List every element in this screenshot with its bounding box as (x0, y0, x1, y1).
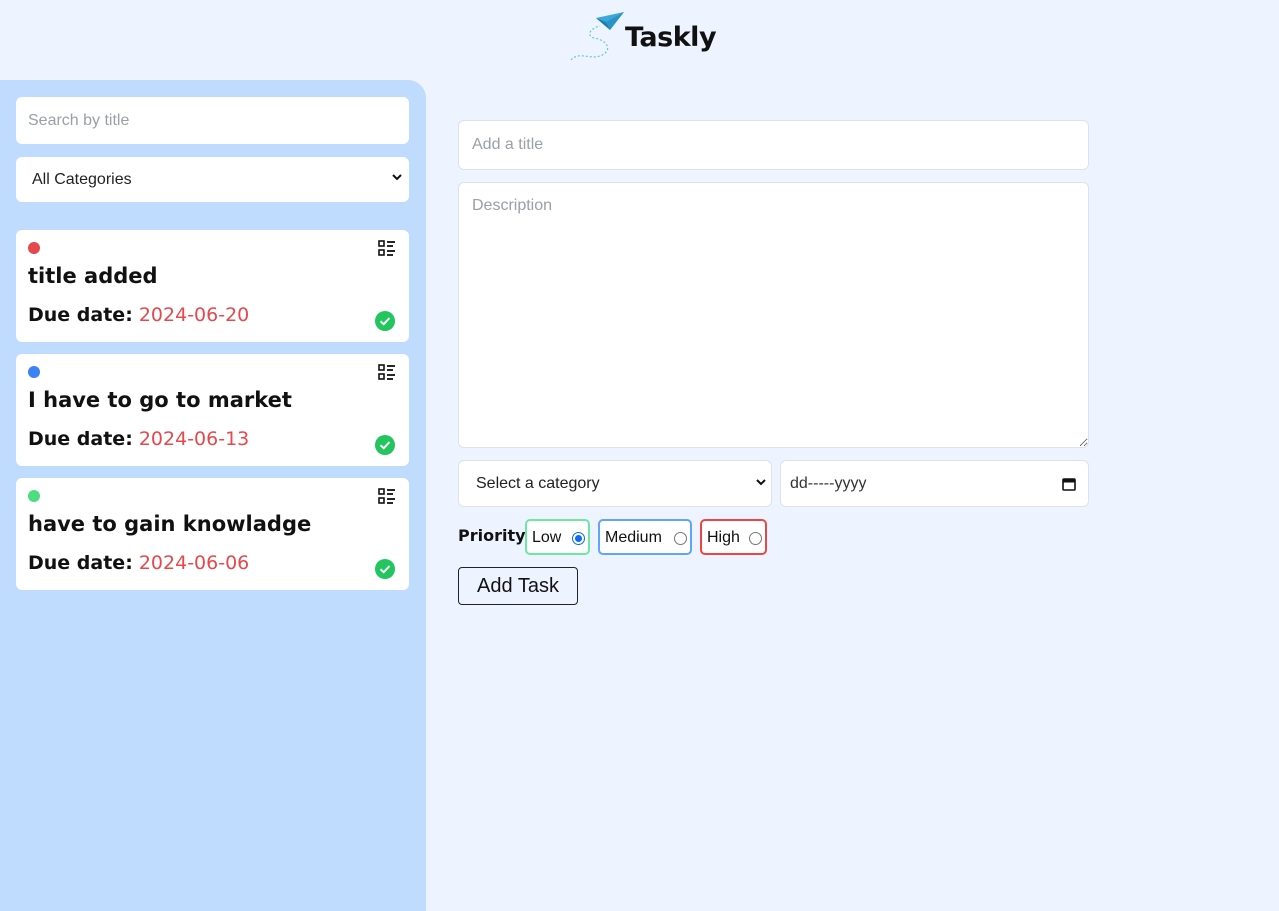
sidebar: All Categories title added Due date: 202… (0, 80, 426, 911)
task-title-input[interactable] (458, 120, 1089, 170)
priority-low-label: Low (532, 529, 562, 546)
due-date-label: Due date: (28, 428, 133, 450)
task-card[interactable]: title added Due date: 2024-06-20 (16, 230, 409, 342)
task-category-select[interactable]: Select a category (458, 460, 772, 507)
category-filter-select[interactable]: All Categories (16, 157, 409, 202)
priority-medium-option[interactable]: Medium (598, 519, 692, 555)
task-title: I have to go to market (28, 388, 292, 412)
task-card[interactable]: I have to go to market Due date: 2024-06… (16, 354, 409, 466)
task-title: have to gain knowladge (28, 512, 312, 536)
header: Taskly (0, 0, 1279, 80)
priority-dot (28, 242, 40, 254)
due-date-label: Due date: (28, 552, 133, 574)
due-date-value: 2024-06-06 (138, 552, 250, 574)
priority-low-radio[interactable] (572, 532, 585, 545)
task-details-icon[interactable] (378, 240, 396, 256)
priority-label: Priority: (458, 526, 532, 545)
due-date-value: 2024-06-13 (138, 428, 250, 450)
calendar-icon[interactable] (1061, 476, 1077, 492)
task-due-row: Due date: 2024-06-06 (28, 552, 249, 574)
paper-plane-icon (570, 12, 624, 61)
task-due-row: Due date: 2024-06-20 (28, 304, 249, 326)
priority-dot (28, 490, 40, 502)
add-task-button[interactable]: Add Task (458, 567, 578, 605)
chevron-down-icon (392, 174, 402, 181)
priority-high-option[interactable]: High (700, 519, 767, 555)
search-input[interactable] (16, 97, 409, 144)
task-due-row: Due date: 2024-06-13 (28, 428, 249, 450)
priority-medium-radio[interactable] (674, 532, 687, 545)
task-details-icon[interactable] (378, 364, 396, 380)
due-date-placeholder: dd-----yyyy (790, 475, 867, 492)
priority-high-radio[interactable] (749, 532, 762, 545)
check-circle-icon[interactable] (375, 559, 395, 579)
priority-dot (28, 366, 40, 378)
check-circle-icon[interactable] (375, 311, 395, 331)
task-title: title added (28, 264, 158, 288)
task-details-icon[interactable] (378, 488, 396, 504)
task-card[interactable]: have to gain knowladge Due date: 2024-06… (16, 478, 409, 590)
task-category-value: Select a category (476, 475, 600, 492)
due-date-input[interactable]: dd-----yyyy (780, 460, 1089, 507)
app-name: Taskly (625, 22, 717, 53)
chevron-down-icon (756, 479, 766, 486)
due-date-value: 2024-06-20 (138, 304, 250, 326)
category-filter-value: All Categories (32, 171, 132, 188)
priority-high-label: High (707, 529, 740, 546)
priority-medium-label: Medium (605, 529, 662, 546)
task-description-input[interactable] (458, 182, 1089, 448)
due-date-label: Due date: (28, 304, 133, 326)
check-circle-icon[interactable] (375, 435, 395, 455)
priority-low-option[interactable]: Low (525, 519, 590, 555)
logo[interactable]: Taskly (566, 10, 726, 64)
